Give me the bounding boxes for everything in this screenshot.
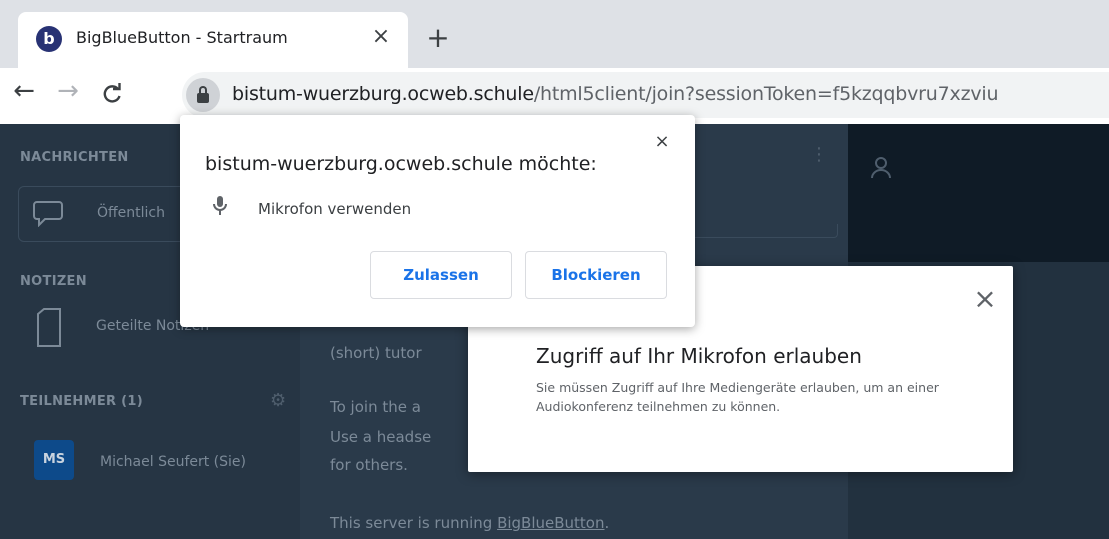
- permission-prompt: × bistum-wuerzburg.ocweb.schule möchte: …: [180, 115, 695, 327]
- chat-message-line: (short) tutor: [330, 344, 422, 362]
- chat-message-line: This server is running BigBlueButton.: [330, 514, 609, 532]
- public-chat-label: Öffentlich: [97, 205, 165, 221]
- reload-icon[interactable]: [94, 76, 130, 112]
- tab-strip: b BigBlueButton - Startraum × +: [0, 0, 1109, 68]
- modal-title: Zugriff auf Ihr Mikrofon erlauben: [536, 344, 862, 368]
- site-info-button[interactable]: [186, 78, 220, 112]
- notes-icon: [37, 308, 61, 347]
- chat-bubble-icon: [33, 201, 63, 227]
- tab-title: BigBlueButton - Startraum: [76, 28, 288, 47]
- browser-tab[interactable]: b BigBlueButton - Startraum ×: [18, 12, 408, 68]
- chat-message-line: To join the a: [330, 398, 421, 416]
- prompt-close-icon[interactable]: ×: [650, 131, 674, 155]
- user-list-item[interactable]: MS Michael Seufert (Sie): [18, 436, 282, 492]
- chat-message-line: for others.: [330, 456, 408, 474]
- chat-message-line: Use a headse: [330, 428, 432, 446]
- tab-close-icon[interactable]: ×: [366, 22, 396, 52]
- prompt-title: bistum-wuerzburg.ocweb.schule möchte:: [205, 153, 597, 175]
- address-bar[interactable]: bistum-wuerzburg.ocweb.schule/html5clien…: [182, 72, 1109, 118]
- forward-arrow-icon[interactable]: →: [50, 76, 86, 112]
- notes-heading: NOTIZEN: [20, 274, 87, 289]
- url-host: bistum-wuerzburg.ocweb.schule: [232, 83, 534, 105]
- block-button[interactable]: Blockieren: [525, 251, 667, 299]
- lock-icon-body: [197, 93, 209, 103]
- url-text: bistum-wuerzburg.ocweb.schule/html5clien…: [232, 83, 999, 105]
- chat-options-icon[interactable]: ⋮: [810, 144, 828, 165]
- microphone-icon: [213, 196, 227, 215]
- back-arrow-icon[interactable]: ←: [6, 76, 42, 112]
- url-path: /html5client/join?sessionToken=f5kzqqbvr…: [533, 83, 999, 105]
- allow-button[interactable]: Zulassen: [370, 251, 512, 299]
- messages-heading: NACHRICHTEN: [20, 150, 129, 165]
- permission-request-text: Mikrofon verwenden: [258, 200, 412, 218]
- browser-window: b BigBlueButton - Startraum × + ← → bist…: [0, 0, 1109, 539]
- user-icon[interactable]: [868, 154, 894, 180]
- bigbluebutton-link[interactable]: BigBlueButton: [497, 514, 604, 532]
- participants-heading: TEILNEHMER (1): [20, 394, 143, 409]
- avatar: MS: [34, 440, 74, 480]
- chat-text: This server is running: [330, 514, 498, 532]
- modal-description: Sie müssen Zugriff auf Ihre Mediengeräte…: [536, 380, 939, 414]
- bigbluebutton-favicon-icon: b: [36, 26, 62, 52]
- modal-close-icon[interactable]: ×: [970, 282, 1000, 315]
- settings-gear-icon[interactable]: ⚙: [270, 390, 286, 411]
- user-name: Michael Seufert (Sie): [100, 454, 246, 470]
- top-right-panel: [848, 124, 1109, 262]
- new-tab-icon[interactable]: +: [420, 20, 456, 56]
- chat-text: .: [604, 514, 610, 532]
